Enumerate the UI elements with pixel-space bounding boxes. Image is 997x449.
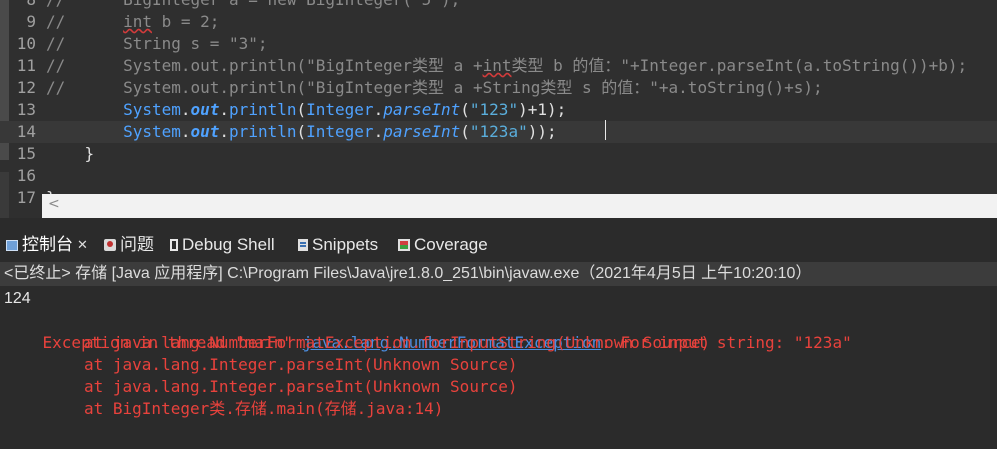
snippets-icon (298, 239, 308, 251)
code-token: println (229, 122, 297, 141)
debug-shell-icon (170, 239, 178, 251)
stack-trace-line[interactable]: at BigInteger类.存储.main(存储.java:14) (4, 398, 443, 420)
tab-label: Snippets (312, 235, 379, 254)
code-text: System.out.println(Integer.parseInt("123… (46, 121, 557, 143)
exception-line: Exception in thread "main" java.lang.Num… (4, 310, 852, 352)
line-number: 16 (16, 166, 36, 185)
code-token: parseInt (383, 100, 461, 119)
code-token: // System.out.println("BigInteger类型 a + (46, 56, 483, 75)
code-text: // System.out.println("BigInteger类型 a +i… (46, 55, 967, 77)
code-token: Integer (306, 100, 374, 119)
text-caret (605, 120, 606, 140)
tab-console[interactable]: 控制台 ✕ (6, 230, 88, 260)
code-text: // int b = 2; (46, 11, 219, 33)
code-line[interactable]: 11 // System.out.println("BigInteger类型 a … (0, 55, 997, 77)
code-line[interactable]: 16 (0, 165, 997, 187)
tab-debug-shell[interactable]: Debug Shell (170, 230, 275, 260)
code-token: . (180, 122, 191, 141)
code-line[interactable]: 13 System.out.println(Integer.parseInt("… (0, 99, 997, 121)
console-output[interactable]: 124 Exception in thread "main" java.lang… (0, 288, 997, 449)
line-number: 9 (26, 12, 36, 31)
tab-coverage[interactable]: Coverage (398, 230, 488, 260)
code-text: // BigInteger a = new BigInteger("5"); (46, 0, 460, 11)
console-icon (6, 239, 18, 251)
code-token: out (190, 100, 220, 119)
code-token: 类型 b 的值："+Integer.parseInt(a.toString())… (511, 56, 968, 75)
code-line[interactable]: 15 } (0, 143, 997, 165)
tab-label: Debug Shell (182, 235, 275, 254)
code-token: // System.out.println("BigInteger类型 a +S… (46, 78, 823, 97)
code-text: // String s = "3"; (46, 33, 268, 55)
tab-label: 问题 (120, 235, 154, 254)
code-token: println (229, 100, 297, 119)
code-text: System.out.println(Integer.parseInt("123… (46, 99, 566, 121)
code-line[interactable]: 8 // BigInteger a = new BigInteger("5"); (0, 0, 997, 11)
code-token: int (123, 12, 152, 31)
line-number: 8 (0, 0, 36, 11)
code-editor[interactable]: 8 // BigInteger a = new BigInteger("5"); 9… (0, 0, 997, 218)
code-token: . (180, 100, 191, 119)
code-token: . (219, 122, 230, 141)
tab-snippets[interactable]: Snippets (298, 230, 378, 260)
tab-label: 控制台 (22, 235, 73, 254)
code-token: int (482, 56, 512, 75)
stack-trace-line[interactable]: at java.lang.NumberFormatException.forIn… (4, 332, 710, 354)
code-line[interactable]: 10 // String s = "3"; (0, 33, 997, 55)
line-number: 14 (16, 122, 36, 141)
code-token: b = 2; (151, 12, 220, 31)
code-token: ( (460, 100, 470, 119)
code-token: "123a" (469, 122, 528, 141)
code-token: ( (296, 100, 307, 119)
code-token: out (190, 122, 220, 141)
code-token: System (123, 122, 181, 141)
console-status-bar: <已终止> 存储 [Java 应用程序] C:\Program Files\Ja… (0, 262, 997, 286)
code-token: . (373, 122, 384, 141)
code-token: // (46, 12, 124, 31)
code-token: ( (460, 122, 470, 141)
code-token: } (46, 144, 95, 163)
coverage-icon (398, 239, 410, 251)
code-token: . (373, 100, 384, 119)
horizontal-scrollbar[interactable]: < (42, 194, 997, 218)
line-number: 13 (16, 100, 36, 119)
line-number: 17 (16, 188, 36, 207)
code-token: "123" (469, 100, 519, 119)
code-line[interactable]: 12 // System.out.println("BigInteger类型 a … (0, 77, 997, 99)
code-token: System (123, 100, 181, 119)
code-text: } (46, 143, 95, 165)
code-token: // BigInteger a = new BigInteger("5"); (46, 0, 460, 9)
tab-problems[interactable]: 问题 (104, 230, 154, 260)
code-token: ( (296, 122, 307, 141)
code-token: . (219, 100, 230, 119)
code-token: )); (527, 122, 557, 141)
code-token: // String s = "3"; (46, 34, 268, 53)
stack-trace-line[interactable]: at java.lang.Integer.parseInt(Unknown So… (4, 376, 517, 398)
view-tab-bar: 控制台 ✕ 问题 Debug Shell Snippets Coverage (0, 230, 997, 260)
close-icon[interactable]: ✕ (77, 230, 88, 260)
console-output-line: 124 (4, 290, 31, 307)
line-number: 12 (16, 78, 36, 97)
problems-icon (104, 239, 116, 251)
code-token: )+1); (518, 100, 567, 119)
line-number: 11 (16, 56, 36, 75)
code-token: Integer (306, 122, 374, 141)
line-number: 10 (16, 34, 36, 53)
code-line[interactable]: 9 // int b = 2; (0, 11, 997, 33)
code-line[interactable]: 14 System.out.println(Integer.parseInt("… (0, 121, 997, 143)
scroll-left-icon[interactable]: < (48, 196, 60, 212)
tab-label: Coverage (414, 235, 488, 254)
stack-trace-line[interactable]: at java.lang.Integer.parseInt(Unknown So… (4, 354, 517, 376)
line-number: 15 (16, 144, 36, 163)
code-token: parseInt (383, 122, 461, 141)
code-text: // System.out.println("BigInteger类型 a +S… (46, 77, 823, 99)
